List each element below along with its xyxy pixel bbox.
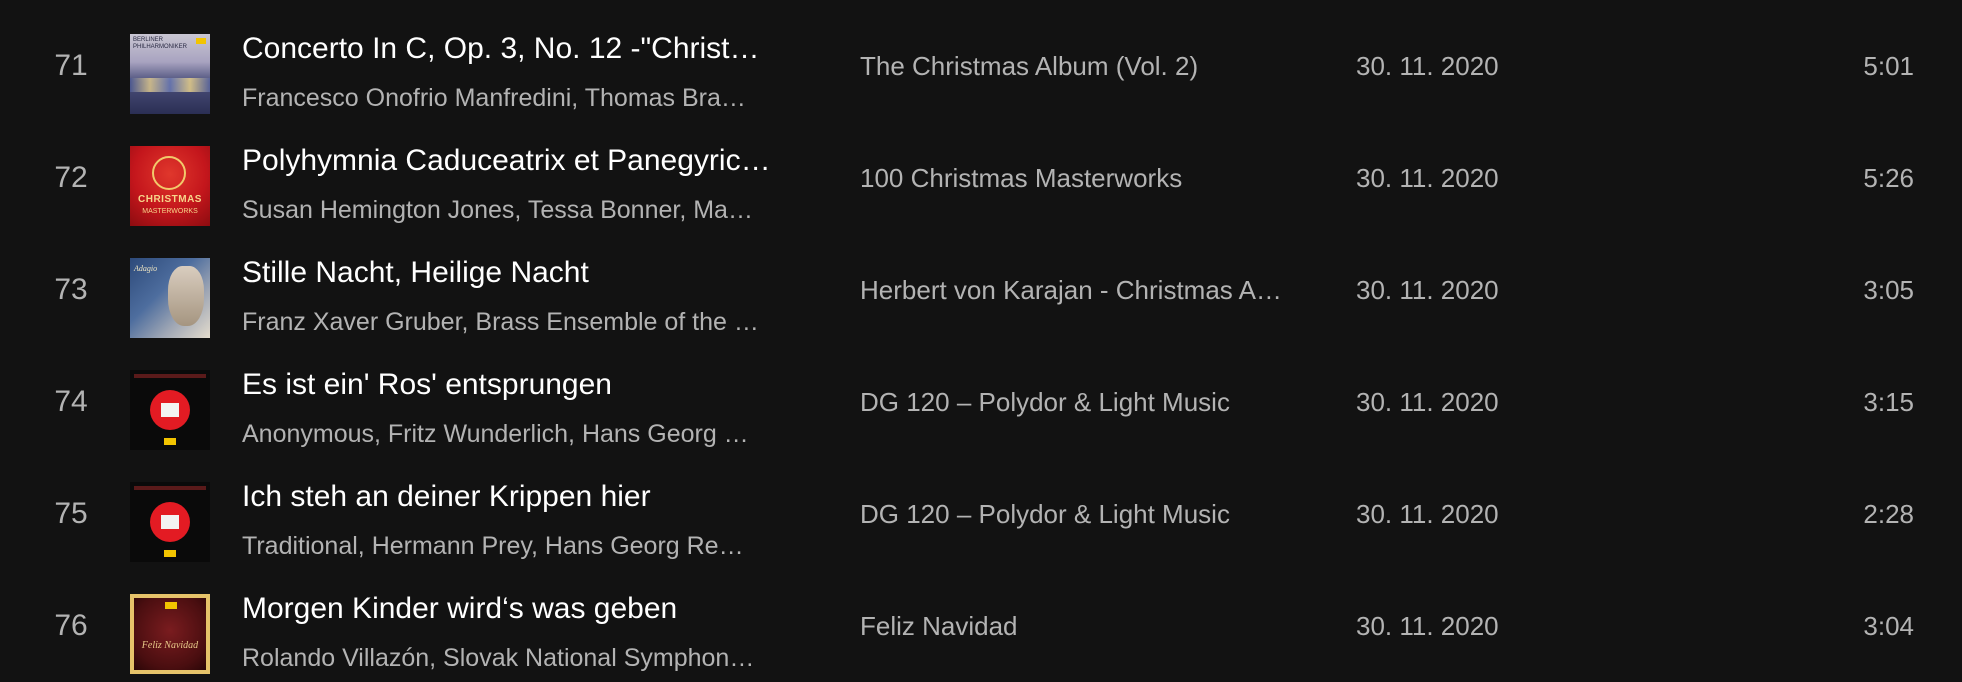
track-title[interactable]: Polyhymnia Caduceatrix et Panegyric… [242, 144, 814, 178]
track-number: 74 [54, 385, 88, 418]
track-duration: 3:15 [1863, 386, 1914, 417]
cover-band [134, 374, 206, 378]
cover-text: CHRISTMAS [138, 194, 202, 205]
track-artists[interactable]: Susan Hemington Jones, Tessa Bonner, Ma… [242, 196, 814, 225]
cover-band [134, 486, 206, 490]
track-row[interactable]: 76 Feliz Navidad Morgen Kinder wird‘s wa… [0, 570, 1962, 682]
track-album: Feliz Navidad [860, 570, 1320, 682]
track-title[interactable]: Morgen Kinder wird‘s was geben [242, 592, 814, 626]
record-label-icon [161, 515, 179, 529]
track-artists[interactable]: Franz Xaver Gruber, Brass Ensemble of th… [242, 308, 814, 337]
cover-text-2: MASTERWORKS [142, 208, 198, 215]
track-title[interactable]: Stille Nacht, Heilige Nacht [242, 256, 814, 290]
portrait-icon [168, 266, 204, 326]
track-number: 76 [54, 609, 88, 642]
dg-logo-icon [164, 550, 176, 557]
track-title[interactable]: Es ist ein' Ros' entsprungen [242, 368, 814, 402]
album-cover-berlin-icon: BERLINER PHILHARMONIKER [130, 34, 210, 114]
track-duration: 3:05 [1863, 274, 1914, 305]
album-cover-feliz-navidad-icon: Feliz Navidad [130, 594, 210, 674]
track-row[interactable]: 71 BERLINER PHILHARMONIKER Concerto In C… [0, 10, 1962, 122]
dg-logo-icon [196, 38, 206, 44]
track-title[interactable]: Ich steh an deiner Krippen hier [242, 480, 814, 514]
album-link[interactable]: Herbert von Karajan - Christmas A… [860, 275, 1282, 306]
cover-text: Adagio [134, 264, 158, 273]
track-duration: 5:01 [1863, 50, 1914, 81]
track-duration: 5:26 [1863, 162, 1914, 193]
track-duration: 3:04 [1863, 610, 1914, 641]
album-cover-dg120-icon [130, 370, 210, 450]
date-added: 30. 11. 2020 [1356, 386, 1499, 417]
track-number: 72 [54, 161, 88, 194]
date-added: 30. 11. 2020 [1356, 274, 1499, 305]
track-row[interactable]: 74 Es ist ein' Ros' entsprungen Anonymou… [0, 346, 1962, 458]
track-number: 75 [54, 497, 88, 530]
track-album: DG 120 – Polydor & Light Music [860, 458, 1320, 570]
track-row[interactable]: 73 Adagio Stille Nacht, Heilige Nacht Fr… [0, 234, 1962, 346]
cover-text: Feliz Navidad [141, 640, 199, 651]
track-album: 100 Christmas Masterworks [860, 122, 1320, 234]
track-artists[interactable]: Rolando Villazón, Slovak National Sympho… [242, 644, 814, 673]
album-link[interactable]: The Christmas Album (Vol. 2) [860, 51, 1198, 82]
track-row[interactable]: 72 CHRISTMAS MASTERWORKS Polyhymnia Cadu… [0, 122, 1962, 234]
album-cover-karajan-icon: Adagio [130, 258, 210, 338]
dg-logo-icon [164, 438, 176, 445]
album-link[interactable]: DG 120 – Polydor & Light Music [860, 499, 1230, 530]
track-row[interactable]: 75 Ich steh an deiner Krippen hier Tradi… [0, 458, 1962, 570]
track-duration: 2:28 [1863, 498, 1914, 529]
album-cover-100-christmas-icon: CHRISTMAS MASTERWORKS [130, 146, 210, 226]
date-added: 30. 11. 2020 [1356, 498, 1499, 529]
track-number: 73 [54, 273, 88, 306]
wreath-icon [152, 156, 186, 190]
date-added: 30. 11. 2020 [1356, 50, 1499, 81]
album-link[interactable]: DG 120 – Polydor & Light Music [860, 387, 1230, 418]
tracklist: 71 BERLINER PHILHARMONIKER Concerto In C… [0, 0, 1962, 674]
track-album: Herbert von Karajan - Christmas A… [860, 234, 1320, 346]
album-link[interactable]: Feliz Navidad [860, 611, 1018, 642]
date-added: 30. 11. 2020 [1356, 610, 1499, 641]
track-artists[interactable]: Anonymous, Fritz Wunderlich, Hans Georg … [242, 420, 814, 449]
record-label-icon [161, 403, 179, 417]
track-title[interactable]: Concerto In C, Op. 3, No. 12 -"Christ… [242, 32, 814, 66]
track-album: The Christmas Album (Vol. 2) [860, 10, 1320, 122]
track-artists[interactable]: Francesco Onofrio Manfredini, Thomas Bra… [242, 84, 814, 113]
track-artists[interactable]: Traditional, Hermann Prey, Hans Georg Re… [242, 532, 814, 561]
track-album: DG 120 – Polydor & Light Music [860, 346, 1320, 458]
date-added: 30. 11. 2020 [1356, 162, 1499, 193]
album-cover-dg120-icon [130, 482, 210, 562]
track-number: 71 [54, 49, 88, 82]
dg-logo-icon [165, 602, 177, 609]
city-lights-icon [130, 78, 210, 92]
album-link[interactable]: 100 Christmas Masterworks [860, 163, 1182, 194]
